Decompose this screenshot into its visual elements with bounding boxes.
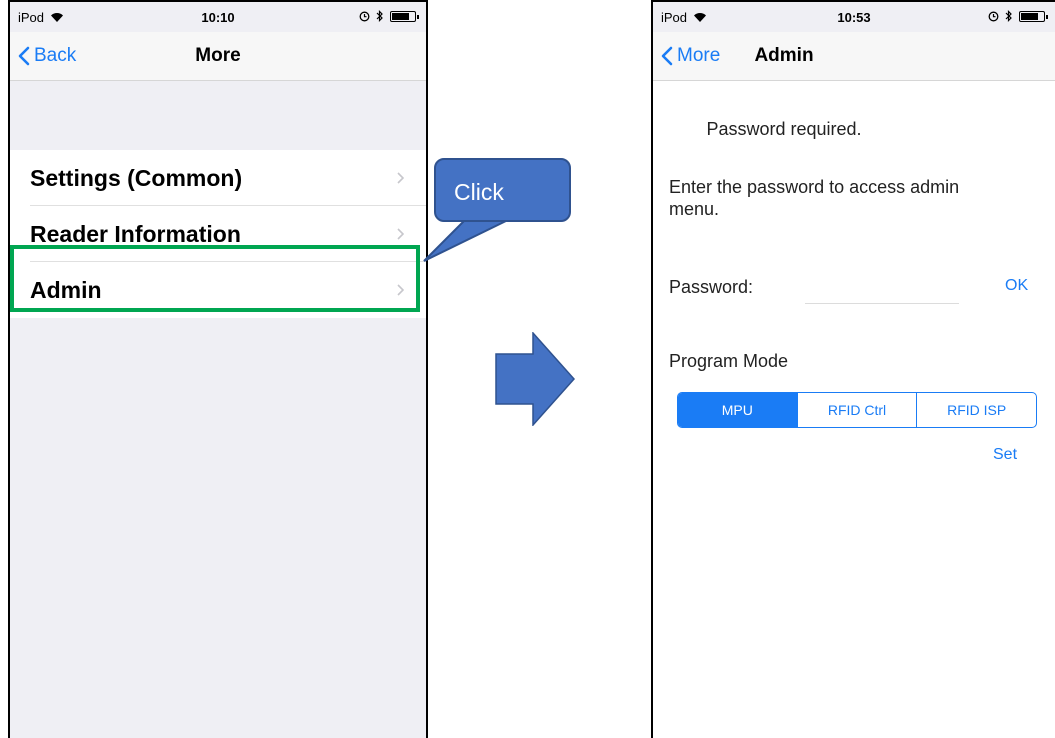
alarm-icon [988, 11, 999, 21]
menu-item-admin[interactable]: Admin [10, 262, 426, 318]
password-label: Password: [669, 277, 754, 297]
bluetooth-icon [376, 10, 383, 22]
status-bar: iPod 10:53 [653, 2, 1055, 32]
password-input[interactable] [805, 271, 959, 304]
back-label: Back [34, 45, 77, 66]
menu-item-label: Admin [30, 276, 102, 303]
bluetooth-icon [1005, 10, 1012, 22]
set-button[interactable]: Set [993, 446, 1017, 464]
navigation-bar: Back More [10, 32, 426, 81]
back-button[interactable]: Back [18, 32, 76, 80]
mode-option-mpu[interactable]: MPU [678, 393, 797, 427]
back-label: More [677, 45, 721, 66]
menu-item-reader-information[interactable]: Reader Information [10, 206, 426, 262]
menu-item-settings-common[interactable]: Settings (Common) [10, 150, 426, 206]
admin-content: Password required. Enter the password to… [653, 81, 1055, 738]
chevron-left-icon [18, 46, 30, 66]
menu-item-label: Reader Information [30, 220, 241, 247]
left-phone-screen: iPod 10:10 Back More Settings (Common) R… [8, 0, 428, 738]
mode-option-rfid-ctrl[interactable]: RFID Ctrl [796, 393, 917, 427]
callout-text: Click [454, 179, 504, 205]
password-description: Enter the password to access admin menu. [669, 177, 960, 219]
battery-icon [1019, 10, 1048, 22]
status-bar: iPod 10:10 [10, 2, 426, 32]
chevron-left-icon [661, 46, 673, 66]
mode-option-rfid-isp[interactable]: RFID ISP [916, 393, 1036, 427]
program-mode-label: Program Mode [669, 351, 789, 371]
click-callout: Click [434, 158, 571, 222]
chevron-right-icon [397, 228, 404, 240]
battery-icon [390, 10, 419, 22]
navigation-bar: More Admin [653, 32, 1055, 81]
chevron-right-icon [397, 284, 404, 296]
right-phone-screen: iPod 10:53 More Admin Password required.… [651, 0, 1055, 738]
chevron-right-icon [397, 172, 404, 184]
back-button[interactable]: More [661, 32, 720, 80]
program-mode-segmented-control: MPU RFID Ctrl RFID ISP [677, 392, 1037, 428]
arrow-right-icon [495, 332, 575, 426]
menu-list: Settings (Common) Reader Information Adm… [10, 150, 426, 318]
password-heading: Password required. [706, 119, 862, 139]
ok-button[interactable]: OK [1005, 277, 1028, 295]
alarm-icon [359, 11, 370, 21]
menu-item-label: Settings (Common) [30, 164, 243, 191]
